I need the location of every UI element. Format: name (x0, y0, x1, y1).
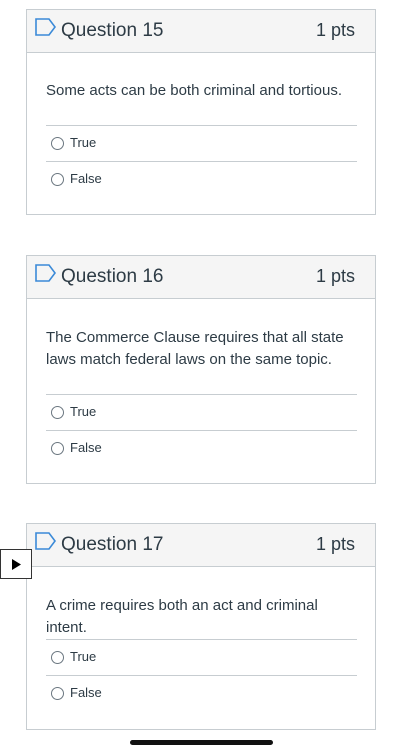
answer-option-true[interactable]: True (46, 639, 357, 675)
question-text: A crime requires both an act and crimina… (46, 597, 318, 636)
bookmark-flag-icon[interactable] (35, 532, 57, 550)
answer-option-false[interactable]: False (46, 161, 357, 197)
question-title: Question 15 (61, 20, 164, 41)
question-header: Question 15 1 pts (27, 10, 375, 53)
radio-button[interactable] (51, 173, 64, 186)
question-points: 1 pts (315, 266, 355, 286)
question-card-16: Question 16 1 pts The Commerce Clause re… (26, 255, 376, 484)
answer-label: False (70, 685, 102, 700)
bookmark-flag-icon[interactable] (35, 264, 57, 282)
question-card-17: Question 17 1 pts A crime requires both … (26, 523, 376, 730)
question-text: Some acts can be both criminal and torti… (46, 82, 342, 99)
radio-button[interactable] (51, 651, 64, 664)
play-icon (12, 559, 21, 570)
radio-button[interactable] (51, 442, 64, 455)
answer-label: True (70, 135, 97, 150)
question-card-15: Question 15 1 pts Some acts can be both … (26, 9, 376, 215)
answer-label: False (70, 440, 102, 455)
answer-option-false[interactable]: False (46, 430, 357, 466)
question-header: Question 17 1 pts (27, 524, 375, 567)
radio-button[interactable] (51, 687, 64, 700)
bookmark-flag-icon[interactable] (35, 18, 57, 36)
radio-button[interactable] (51, 137, 64, 150)
answer-option-true[interactable]: True (46, 394, 357, 430)
question-points: 1 pts (315, 534, 355, 554)
play-button[interactable] (0, 549, 32, 579)
answer-option-false[interactable]: False (46, 675, 357, 711)
question-text: The Commerce Clause requires that all st… (46, 329, 344, 368)
answer-list: True False (46, 125, 357, 197)
question-header: Question 16 1 pts (27, 256, 375, 299)
answer-list: True False (46, 394, 357, 466)
answer-label: True (70, 649, 97, 664)
question-title: Question 16 (61, 266, 164, 287)
home-indicator[interactable] (130, 740, 273, 745)
radio-button[interactable] (51, 406, 64, 419)
answer-label: False (70, 171, 102, 186)
question-title: Question 17 (61, 534, 164, 555)
answer-list: True False (46, 639, 357, 711)
answer-label: True (70, 404, 97, 419)
answer-option-true[interactable]: True (46, 125, 357, 161)
question-points: 1 pts (315, 20, 355, 40)
